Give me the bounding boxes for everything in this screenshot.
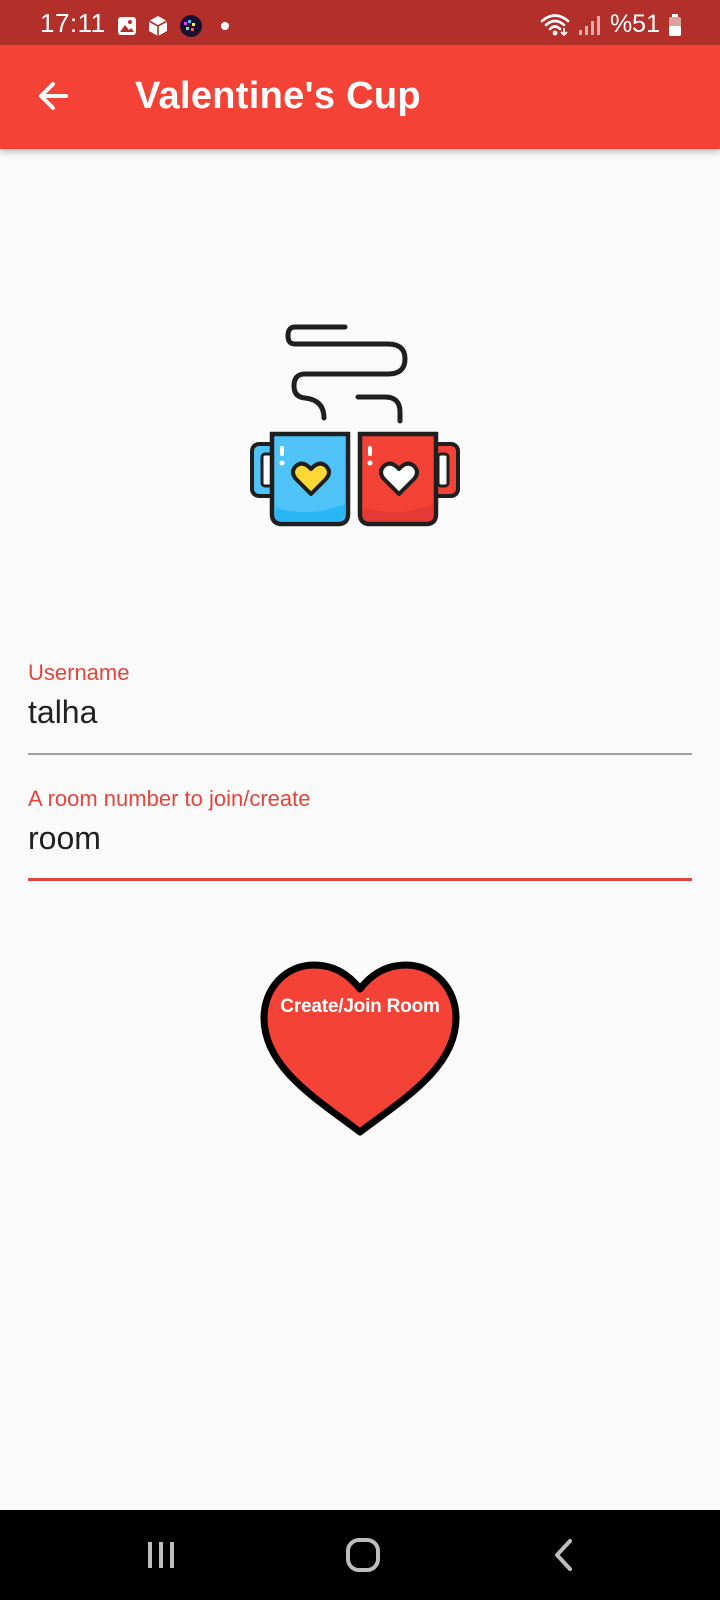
room-underline (28, 878, 692, 881)
recents-icon (148, 1542, 174, 1568)
coffee-cups-hearts-logo (250, 324, 460, 527)
battery-icon (669, 13, 681, 36)
wifi-icon (540, 13, 570, 36)
username-label: Username (28, 660, 130, 685)
status-right: %51 (540, 10, 682, 39)
nav-back-button[interactable] (534, 1530, 594, 1580)
status-bar: 17:11 %51 (0, 0, 720, 45)
username-field[interactable]: Username (28, 660, 692, 756)
create-join-room-button[interactable]: Create/Join Room (258, 960, 462, 1140)
arrow-back-icon (39, 82, 68, 110)
notification-dot (221, 22, 229, 30)
battery-percentage: %51 (609, 10, 660, 38)
recents-button[interactable] (131, 1530, 191, 1580)
app-bar: Valentine's Cup (0, 45, 720, 149)
back-icon (555, 1539, 572, 1571)
heart-icon (260, 961, 460, 1136)
notification-icons (117, 14, 229, 38)
username-underline (28, 753, 692, 755)
navigation-bar (0, 1510, 720, 1600)
gallery-icon (118, 17, 136, 35)
room-input[interactable] (28, 820, 692, 857)
package-icon (148, 16, 168, 36)
back-button[interactable] (28, 71, 78, 121)
app-logo (250, 322, 470, 542)
home-icon (346, 1538, 380, 1572)
signal-icon (578, 15, 600, 35)
room-field[interactable]: A room number to join/create (28, 786, 692, 882)
status-time: 17:11 (40, 8, 106, 38)
room-label: A room number to join/create (28, 786, 311, 811)
app-title: Valentine's Cup (135, 75, 421, 117)
username-input[interactable] (28, 694, 692, 731)
home-button[interactable] (333, 1530, 393, 1580)
create-join-room-label: Create/Join Room (280, 996, 440, 1017)
game-icon (180, 15, 202, 37)
